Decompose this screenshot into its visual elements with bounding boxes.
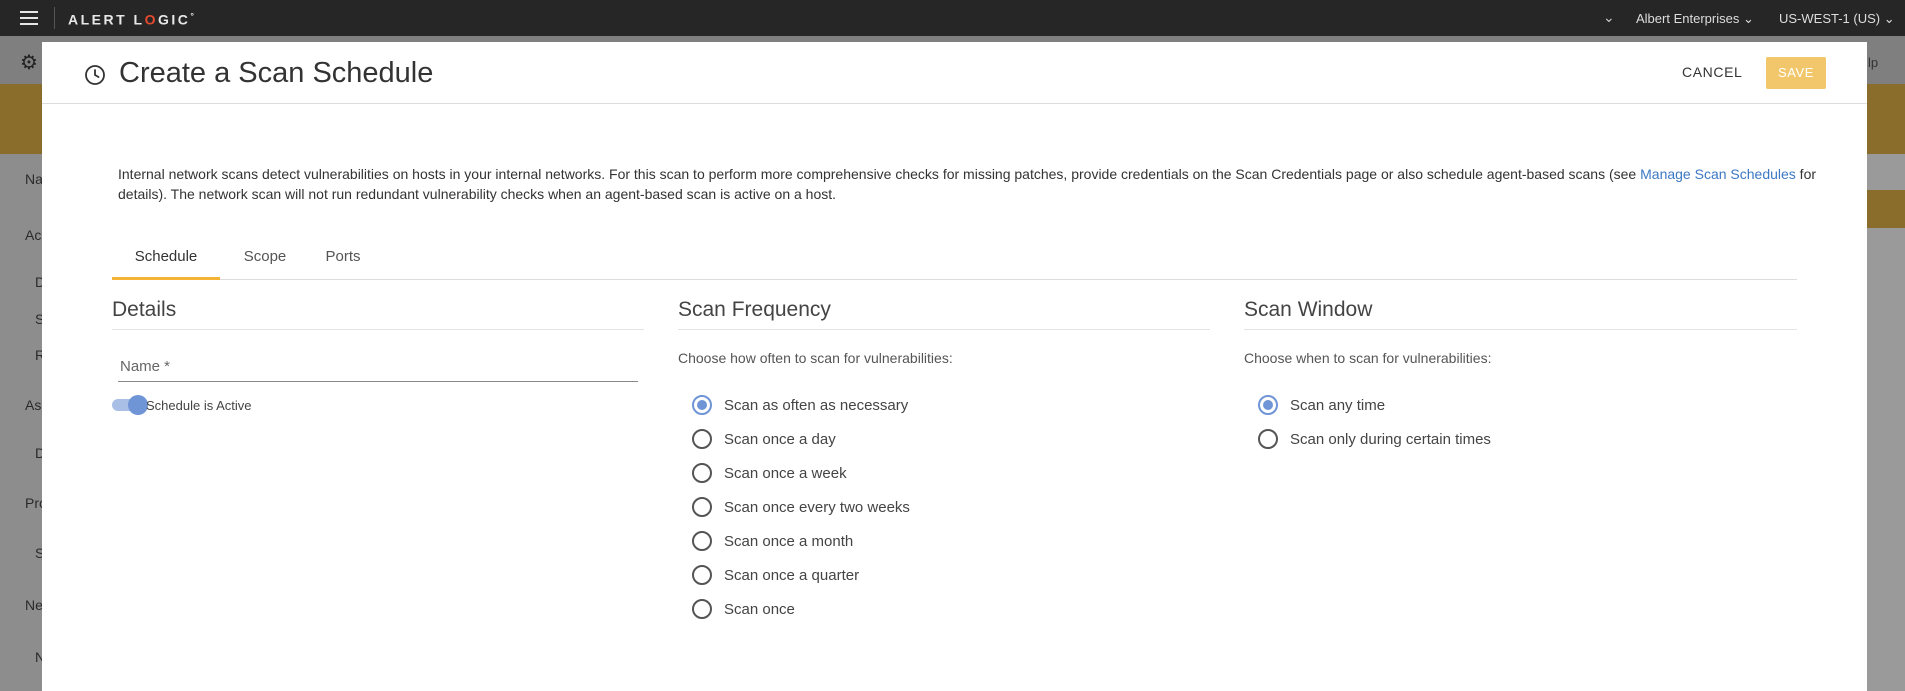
alert-logic-logo: ALERT LOGIC°	[68, 11, 197, 28]
background-sidebar-label: Ac	[25, 227, 42, 243]
radio-circle	[692, 497, 712, 517]
modal-header: Create a Scan Schedule CANCEL SAVE	[42, 42, 1867, 104]
region-selector[interactable]: US-WEST-1 (US) ⌄	[1779, 11, 1895, 27]
account-selector[interactable]: Albert Enterprises ⌄	[1636, 11, 1754, 27]
details-section: Details Name * Schedule is Active	[112, 298, 644, 458]
radio-circle	[692, 565, 712, 585]
radio-label: Scan once every two weeks	[724, 498, 910, 516]
modal-title: Create a Scan Schedule	[119, 57, 434, 89]
background-sidebar-label: Na	[25, 171, 43, 187]
radio-circle	[692, 463, 712, 483]
clock-icon	[85, 65, 105, 85]
schedule-active-toggle[interactable]	[112, 394, 148, 415]
scan-window-help: Choose when to scan for vulnerabilities:	[1244, 350, 1492, 366]
tab-bar: Schedule Scope Ports	[112, 238, 1797, 280]
create-scan-schedule-modal: Create a Scan Schedule CANCEL SAVE Inter…	[42, 42, 1867, 691]
background-button	[1866, 190, 1905, 228]
background-sidebar: Na Ac D S R As D Pro S Ne N	[0, 154, 47, 691]
background-help-label: lp	[1868, 55, 1879, 70]
radio-scan-once-a-day[interactable]: Scan once a day	[692, 422, 1210, 456]
details-heading: Details	[112, 298, 644, 330]
scan-frequency-heading: Scan Frequency	[678, 298, 1210, 330]
top-bar: ALERT LOGIC° ⌄ Albert Enterprises ⌄ US-W…	[0, 0, 1905, 36]
intro-description: Internal network scans detect vulnerabil…	[118, 166, 1817, 202]
scan-window-options: Scan any time Scan only during certain t…	[1258, 388, 1797, 456]
gear-icon: ⚙	[20, 52, 38, 74]
topbar-divider	[54, 7, 55, 29]
radio-label: Scan any time	[1290, 396, 1386, 414]
scan-window-section: Scan Window Choose when to scan for vuln…	[1244, 298, 1797, 456]
tab-scope[interactable]: Scope	[230, 238, 300, 280]
radio-circle	[1258, 429, 1278, 449]
radio-scan-only-during-certain-times[interactable]: Scan only during certain times	[1258, 422, 1797, 456]
save-button[interactable]: SAVE	[1766, 57, 1826, 89]
radio-scan-once[interactable]: Scan once	[692, 592, 1210, 626]
chevron-down-icon[interactable]: ⌄	[1603, 9, 1615, 26]
tab-schedule[interactable]: Schedule	[112, 238, 220, 280]
toggle-label: Schedule is Active	[146, 398, 252, 413]
radio-label: Scan once a week	[724, 464, 847, 482]
scan-frequency-help: Choose how often to scan for vulnerabili…	[678, 350, 953, 366]
radio-scan-as-often-as-necessary[interactable]: Scan as often as necessary	[692, 388, 1210, 422]
radio-scan-once-a-week[interactable]: Scan once a week	[692, 456, 1210, 490]
background-sidebar-label: As	[25, 397, 42, 413]
radio-circle-selected	[692, 395, 712, 415]
radio-circle-selected	[1258, 395, 1278, 415]
manage-scan-schedules-link[interactable]: Manage Scan Schedules	[1640, 166, 1796, 182]
radio-label: Scan only during certain times	[1290, 430, 1491, 448]
radio-label: Scan as often as necessary	[724, 396, 909, 414]
tab-ports[interactable]: Ports	[308, 238, 378, 280]
scan-frequency-options: Scan as often as necessary Scan once a d…	[692, 388, 1210, 626]
name-field[interactable]: Name *	[118, 352, 638, 382]
radio-scan-any-time[interactable]: Scan any time	[1258, 388, 1797, 422]
name-field-placeholder: Name *	[120, 358, 171, 375]
radio-label: Scan once a quarter	[724, 566, 860, 584]
toggle-knob	[128, 395, 148, 415]
radio-scan-once-every-two-weeks[interactable]: Scan once every two weeks	[692, 490, 1210, 524]
background-sidebar-label: Ne	[25, 597, 43, 613]
scan-window-heading: Scan Window	[1244, 298, 1797, 330]
radio-circle	[692, 599, 712, 619]
cancel-button[interactable]: CANCEL	[1682, 64, 1742, 80]
radio-label: Scan once a month	[724, 532, 854, 550]
radio-label: Scan once a day	[724, 430, 836, 448]
radio-label: Scan once	[724, 600, 795, 618]
radio-circle	[692, 429, 712, 449]
radio-circle	[692, 531, 712, 551]
hamburger-menu-icon[interactable]	[20, 11, 38, 25]
scan-frequency-section: Scan Frequency Choose how often to scan …	[678, 298, 1210, 626]
radio-scan-once-a-month[interactable]: Scan once a month	[692, 524, 1210, 558]
radio-scan-once-a-quarter[interactable]: Scan once a quarter	[692, 558, 1210, 592]
